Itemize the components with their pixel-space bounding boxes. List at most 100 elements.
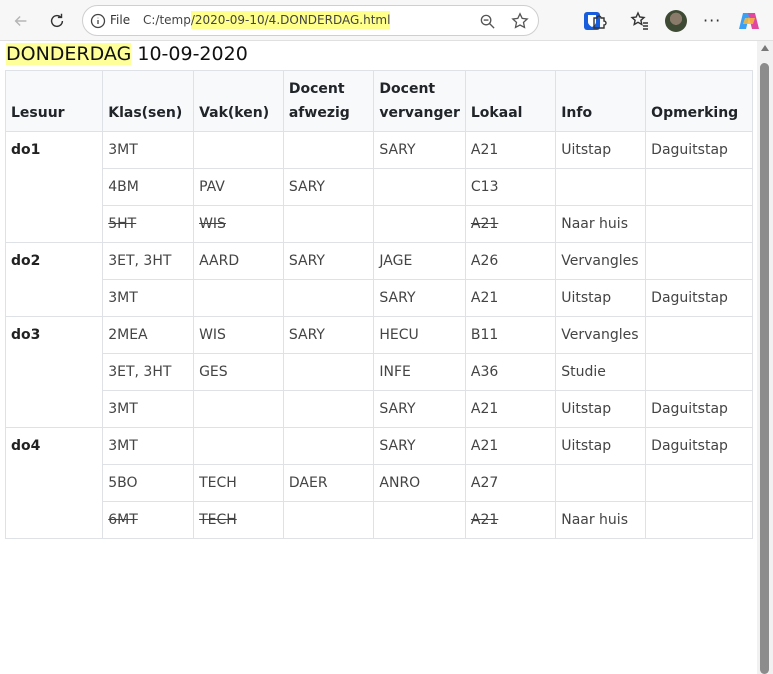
back-arrow-icon[interactable] <box>8 8 34 34</box>
cell-docent-afwezig <box>282 390 375 428</box>
cell-docent-vervanger-text: ANRO <box>379 475 421 491</box>
table-body: do1 3MT SARY A21 Uitstap Daguitstap 4BM PAV SARY… <box>4 131 753 539</box>
reload-icon[interactable] <box>44 8 70 34</box>
cell-opmerking <box>645 316 753 354</box>
table-row: do1 3MT SARY A21 Uitstap Daguitstap <box>4 131 753 243</box>
cell-info: Uitstap <box>555 279 647 317</box>
info-icon[interactable] <box>90 13 106 29</box>
cell-lokaal-text: A27 <box>470 475 499 491</box>
cell-docent-vervanger-text: INFE <box>379 364 411 380</box>
cell-lokaal: A36 <box>464 353 557 391</box>
cell-lesuur: do1 <box>4 131 104 243</box>
favorites-icon[interactable] <box>630 11 650 31</box>
cell-vak-text: TECH <box>199 512 237 528</box>
cell-docent-afwezig <box>282 279 375 317</box>
header-docent-afwezig: Docent afwezig <box>282 70 375 132</box>
cell-lokaal-text: C13 <box>470 179 499 195</box>
cell-info: Uitstap <box>555 390 647 428</box>
cell-klas-text: 6MT <box>108 512 138 528</box>
vertical-scrollbar[interactable] <box>757 41 773 674</box>
cell-lokaal: A21 <box>464 390 557 428</box>
avatar[interactable] <box>665 10 687 32</box>
cell-docent-vervanger-text: HECU <box>379 327 419 343</box>
cell-klas-text: 3ET, 3HT <box>108 364 172 380</box>
cell-info: Uitstap <box>555 427 647 465</box>
scroll-up-arrow-icon[interactable] <box>761 45 769 51</box>
cell-klas-text: 3ET, 3HT <box>108 253 172 269</box>
cell-lesuur: do2 <box>4 242 104 317</box>
address-bar[interactable]: File C:/temp/2020-09-10/4.DONDERDAG.html <box>82 5 539 36</box>
more-menu-icon[interactable]: ··· <box>703 11 721 30</box>
cell-docent-vervanger: SARY <box>373 131 466 169</box>
cell-klas: 3MT <box>102 131 195 169</box>
cell-vak <box>193 427 284 465</box>
cell-docent-afwezig: DAER <box>282 464 375 502</box>
cell-vak <box>193 131 284 169</box>
cell-vak: AARD <box>193 242 284 280</box>
url-text[interactable]: C:/temp/2020-09-10/4.DONDERDAG.html <box>143 11 391 29</box>
cell-docent-afwezig <box>282 205 375 243</box>
cell-info: Vervangles <box>555 316 647 354</box>
file-label: File <box>110 13 131 27</box>
cell-info-text: Vervangles <box>561 253 639 269</box>
cell-docent-afwezig: SARY <box>282 316 375 354</box>
page-date: 10-09-2020 <box>131 43 248 65</box>
cell-info-text: Uitstap <box>561 438 612 454</box>
table-row: 4BM PAV SARY C13 <box>6 168 753 206</box>
cell-lokaal: A21 <box>464 205 557 243</box>
cell-opmerking: Daguitstap <box>645 427 753 465</box>
cell-docent-vervanger: HECU <box>373 316 466 354</box>
cell-klas: 2MEA <box>102 316 195 354</box>
cell-docent-vervanger-text: JAGE <box>379 253 413 269</box>
cell-info: Naar huis <box>555 205 647 243</box>
cell-klas: 5HT <box>102 205 195 243</box>
cell-lesuur: do4 <box>4 427 104 539</box>
table-row: 3MT SARY A21 Uitstap Daguitstap <box>6 390 753 428</box>
table-row: do4 3MT SARY A21 Uitstap Daguitstap <box>4 427 753 539</box>
schedule-table: Lesuur Klas(sen) Vak(ken) Docent afwezig… <box>4 70 753 539</box>
favorite-star-icon[interactable] <box>511 12 529 30</box>
cell-info-text: Uitstap <box>561 290 612 306</box>
table-row: 3MT SARY A21 Uitstap Daguitstap <box>6 279 753 317</box>
cell-docent-vervanger-text: SARY <box>379 401 416 417</box>
cell-info-text: Uitstap <box>561 401 612 417</box>
table-row: 5HT WIS A21 Naar huis <box>6 205 753 243</box>
cell-vak-text: TECH <box>199 475 237 491</box>
cell-lokaal-text: A21 <box>470 290 499 306</box>
cell-opmerking <box>645 205 753 243</box>
cell-opmerking-text: Daguitstap <box>651 438 728 454</box>
cell-klas: 3ET, 3HT <box>102 353 195 391</box>
header-lokaal: Lokaal <box>464 70 557 132</box>
cell-info <box>555 464 647 502</box>
cell-opmerking: Daguitstap <box>645 131 753 169</box>
cell-lokaal-text: A36 <box>470 364 499 380</box>
cell-vak: PAV <box>193 168 284 206</box>
url-highlight: /2020-09-10/4.DONDERDAG.html <box>190 11 391 29</box>
cell-lokaal: A21 <box>464 131 557 169</box>
cell-lokaal: A26 <box>464 242 557 280</box>
cell-info: Uitstap <box>555 131 647 169</box>
header-klassen: Klas(sen) <box>102 70 195 132</box>
cell-opmerking: Daguitstap <box>645 279 753 317</box>
cell-lokaal: A21 <box>464 427 557 465</box>
cell-vak <box>193 390 284 428</box>
scrollbar-thumb[interactable] <box>760 63 769 674</box>
day-highlight: DONDERDAG <box>6 43 132 65</box>
zoom-out-icon[interactable] <box>479 13 496 30</box>
cell-docent-vervanger <box>373 501 466 539</box>
cell-klas: 3MT <box>102 390 195 428</box>
browser-toolbar: File C:/temp/2020-09-10/4.DONDERDAG.html… <box>0 0 773 41</box>
cell-docent-afwezig-text: SARY <box>288 179 325 195</box>
extensions-puzzle-icon[interactable] <box>590 11 610 31</box>
cell-vak: WIS <box>193 316 284 354</box>
cell-vak-text: WIS <box>199 327 226 343</box>
cell-lokaal-text: A21 <box>470 401 499 417</box>
table-row: 3ET, 3HT GES INFE A36 Studie <box>6 353 753 391</box>
cell-vak <box>193 279 284 317</box>
copilot-icon[interactable] <box>737 9 761 33</box>
cell-vak-text: AARD <box>199 253 240 269</box>
header-opmerking: Opmerking <box>645 70 753 132</box>
table-row: do3 2MEA WIS SARY HECU B11 Vervangles <box>4 316 753 428</box>
table-row: do2 3ET, 3HT AARD SARY JAGE A26 Vervangles <box>4 242 753 317</box>
cell-docent-afwezig <box>282 501 375 539</box>
